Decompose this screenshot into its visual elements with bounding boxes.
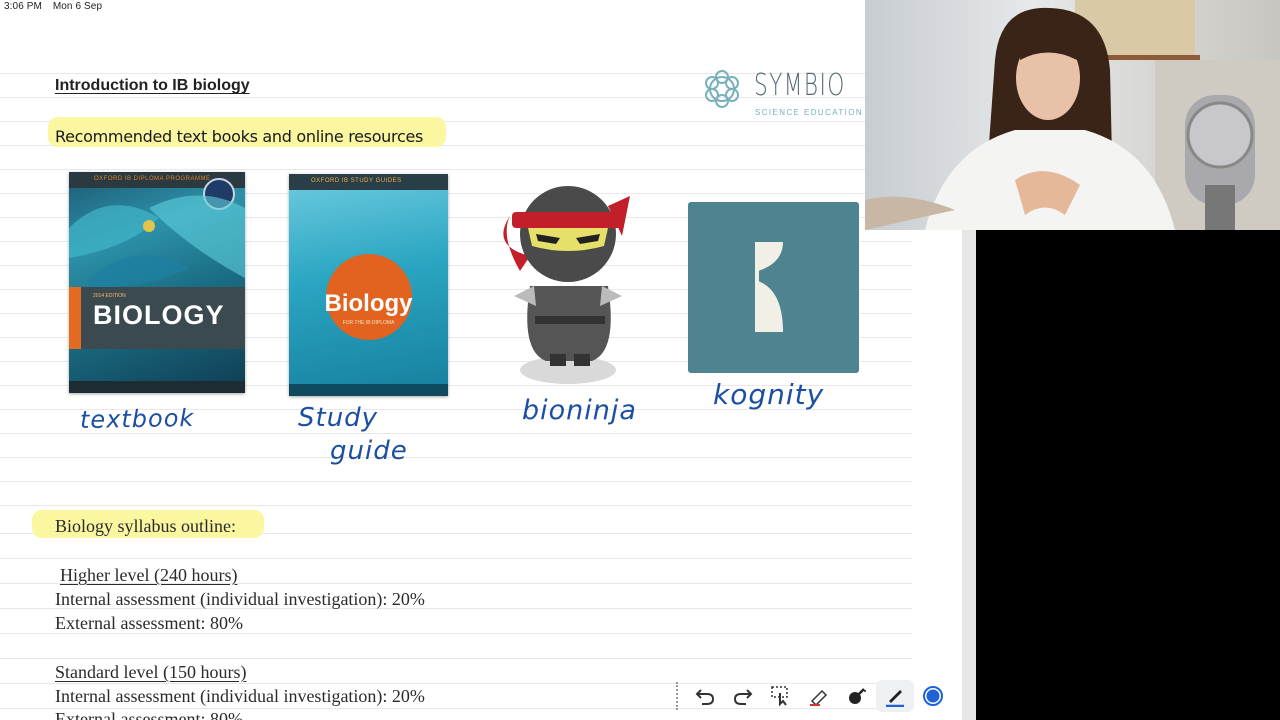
cover-edition: 2014 EDITION bbox=[93, 293, 126, 299]
cover-subtitle: FOR THE IB DIPLOMA bbox=[342, 320, 395, 326]
ruled-line bbox=[0, 558, 912, 559]
status-time: 3:06 PM bbox=[4, 1, 42, 12]
symbio-logo-icon bbox=[705, 70, 739, 108]
page-title: Introduction to IB biology bbox=[55, 77, 250, 94]
cover-footer bbox=[289, 384, 448, 396]
undo-icon[interactable] bbox=[686, 680, 724, 712]
cover-series: OXFORD IB DIPLOMA PROGRAMME bbox=[94, 176, 211, 182]
kognity-mark-icon bbox=[755, 242, 783, 332]
handwritten-guide: guide bbox=[330, 436, 408, 466]
handwritten-textbook: textbook bbox=[79, 404, 195, 434]
resources-heading: Recommended text books and online resour… bbox=[55, 127, 424, 146]
parrot-feathers-image bbox=[69, 195, 245, 288]
handwritten-bioninja: bioninja bbox=[522, 395, 637, 426]
ruled-line bbox=[0, 457, 912, 458]
cover-title: BIOLOGY bbox=[93, 300, 225, 330]
scrollbar-track[interactable] bbox=[962, 230, 976, 720]
redo-icon[interactable] bbox=[724, 680, 762, 712]
presenter-image bbox=[865, 0, 1280, 230]
notes-page[interactable]: 3:06 PM Mon 6 Sep Introduction to IB bio… bbox=[0, 0, 962, 720]
ninja-icon[interactable] bbox=[490, 176, 640, 386]
webcam-video bbox=[865, 0, 1280, 230]
ruled-line bbox=[0, 169, 912, 170]
handwritten-study: Study bbox=[298, 403, 379, 433]
drawing-toolbar bbox=[676, 680, 956, 712]
ruled-line bbox=[0, 505, 912, 506]
standard-level-title: Standard level (150 hours) bbox=[55, 662, 247, 682]
textbook-cover[interactable]: OXFORD IB DIPLOMA PROGRAMME 2014 EDITION… bbox=[69, 172, 245, 393]
pencil-tool-icon[interactable] bbox=[838, 680, 876, 712]
cover-footer bbox=[69, 381, 245, 393]
ruled-line bbox=[0, 433, 912, 434]
handwritten-kognity: kognity bbox=[713, 378, 825, 411]
cover-series: OXFORD IB STUDY GUIDES bbox=[311, 178, 402, 184]
eraser-icon[interactable] bbox=[800, 680, 838, 712]
higher-level-title: Higher level (240 hours) bbox=[60, 565, 238, 585]
color-picker-icon[interactable] bbox=[914, 680, 952, 712]
status-date: Mon 6 Sep bbox=[52, 1, 103, 12]
cover-accent bbox=[69, 287, 81, 349]
standard-internal: Internal assessment (individual investig… bbox=[55, 686, 425, 706]
ruled-line bbox=[0, 658, 912, 659]
higher-external: External assessment: 80% bbox=[55, 613, 243, 633]
logo-name: SYMBIO bbox=[754, 68, 846, 103]
syllabus-heading: Biology syllabus outline: bbox=[55, 516, 237, 536]
toolbar-grip[interactable] bbox=[676, 682, 680, 710]
status-bar: 3:06 PM Mon 6 Sep bbox=[4, 1, 102, 12]
ruled-line bbox=[0, 481, 912, 482]
standard-external: External assessment: 80% bbox=[55, 709, 243, 720]
higher-internal: Internal assessment (individual investig… bbox=[55, 589, 425, 609]
lasso-select-icon[interactable] bbox=[762, 680, 800, 712]
kognity-icon[interactable] bbox=[688, 202, 859, 373]
pen-tool-icon[interactable] bbox=[876, 680, 914, 712]
logo-tagline: SCIENCE EDUCATION bbox=[755, 108, 864, 117]
study-guide-cover[interactable]: OXFORD IB STUDY GUIDES Biology FOR THE I… bbox=[289, 174, 448, 396]
cover-title: Biology bbox=[324, 290, 413, 317]
